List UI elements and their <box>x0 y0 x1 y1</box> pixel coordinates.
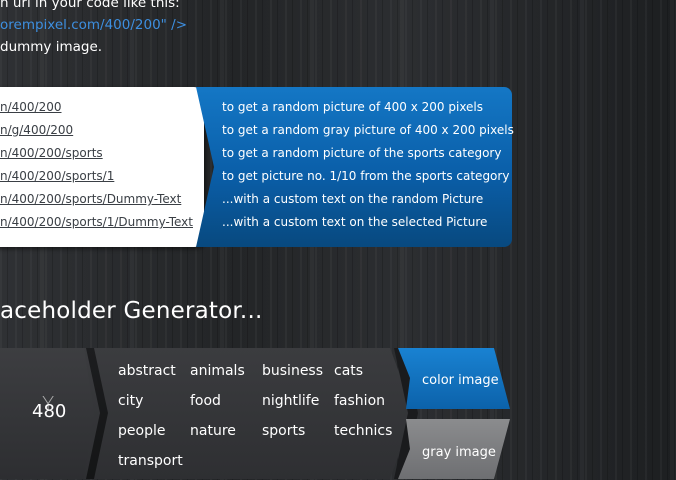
example-url-link[interactable]: n/400/200/sports/1/Dummy-Text <box>0 212 200 235</box>
category-option[interactable]: nightlife <box>262 391 334 411</box>
category-row: abstract animals business cats <box>118 360 408 390</box>
example-descriptions-list: to get a random picture of 400 x 200 pix… <box>222 97 514 235</box>
intro-line-1: n url in your code like this: <box>0 0 180 11</box>
category-option[interactable]: people <box>118 421 190 441</box>
example-description: to get picture no. 1/10 from the sports … <box>222 169 510 183</box>
category-option[interactable]: nature <box>190 421 262 441</box>
example-url-link[interactable]: n/400/200/sports/1 <box>0 166 200 189</box>
category-row: transport <box>118 450 408 480</box>
color-image-button[interactable]: color image <box>398 348 510 409</box>
example-description: ...with a custom text on the selected Pi… <box>222 215 488 229</box>
category-option[interactable]: city <box>118 391 190 411</box>
example-description: ...with a custom text on the random Pict… <box>222 192 484 206</box>
example-url-link[interactable]: n/400/200/sports <box>0 143 200 166</box>
category-option[interactable]: cats <box>334 361 406 381</box>
category-row: city food nightlife fashion <box>118 390 408 420</box>
example-url-link[interactable]: n/g/400/200 <box>0 120 200 143</box>
category-option[interactable]: abstract <box>118 361 190 381</box>
category-row: people nature sports technics <box>118 420 408 450</box>
category-option[interactable]: transport <box>118 451 190 471</box>
category-list: abstract animals business cats city food nigh… <box>118 360 408 480</box>
example-url-link[interactable]: n/400/200/sports/Dummy-Text <box>0 189 200 212</box>
example-description: to get a random picture of the sports ca… <box>222 146 502 160</box>
example-description: to get a random gray picture of 400 x 20… <box>222 123 514 137</box>
gray-image-button[interactable]: gray image <box>398 419 510 479</box>
category-option[interactable]: business <box>262 361 334 381</box>
example-urls-list: n/400/200 n/g/400/200 n/400/200/sports n… <box>0 97 200 235</box>
intro-line-3: dummy image. <box>0 39 103 55</box>
category-option[interactable]: sports <box>262 421 334 441</box>
category-option[interactable]: food <box>190 391 262 411</box>
example-url-link[interactable]: n/400/200 <box>0 97 200 120</box>
gray-image-label: gray image <box>422 445 496 460</box>
intro-code-snippet: orempixel.com/400/200" /> <box>0 17 188 33</box>
generator-title: aceholder Generator... <box>0 298 263 324</box>
category-option[interactable]: fashion <box>334 391 406 411</box>
example-description: to get a random picture of 400 x 200 pix… <box>222 100 484 114</box>
color-image-label: color image <box>422 373 499 388</box>
category-option[interactable]: animals <box>190 361 262 381</box>
size-value[interactable]: 480 <box>32 401 66 422</box>
intro-text: n url in your code like this: orempixel.… <box>0 0 187 58</box>
category-option[interactable]: technics <box>334 421 406 441</box>
